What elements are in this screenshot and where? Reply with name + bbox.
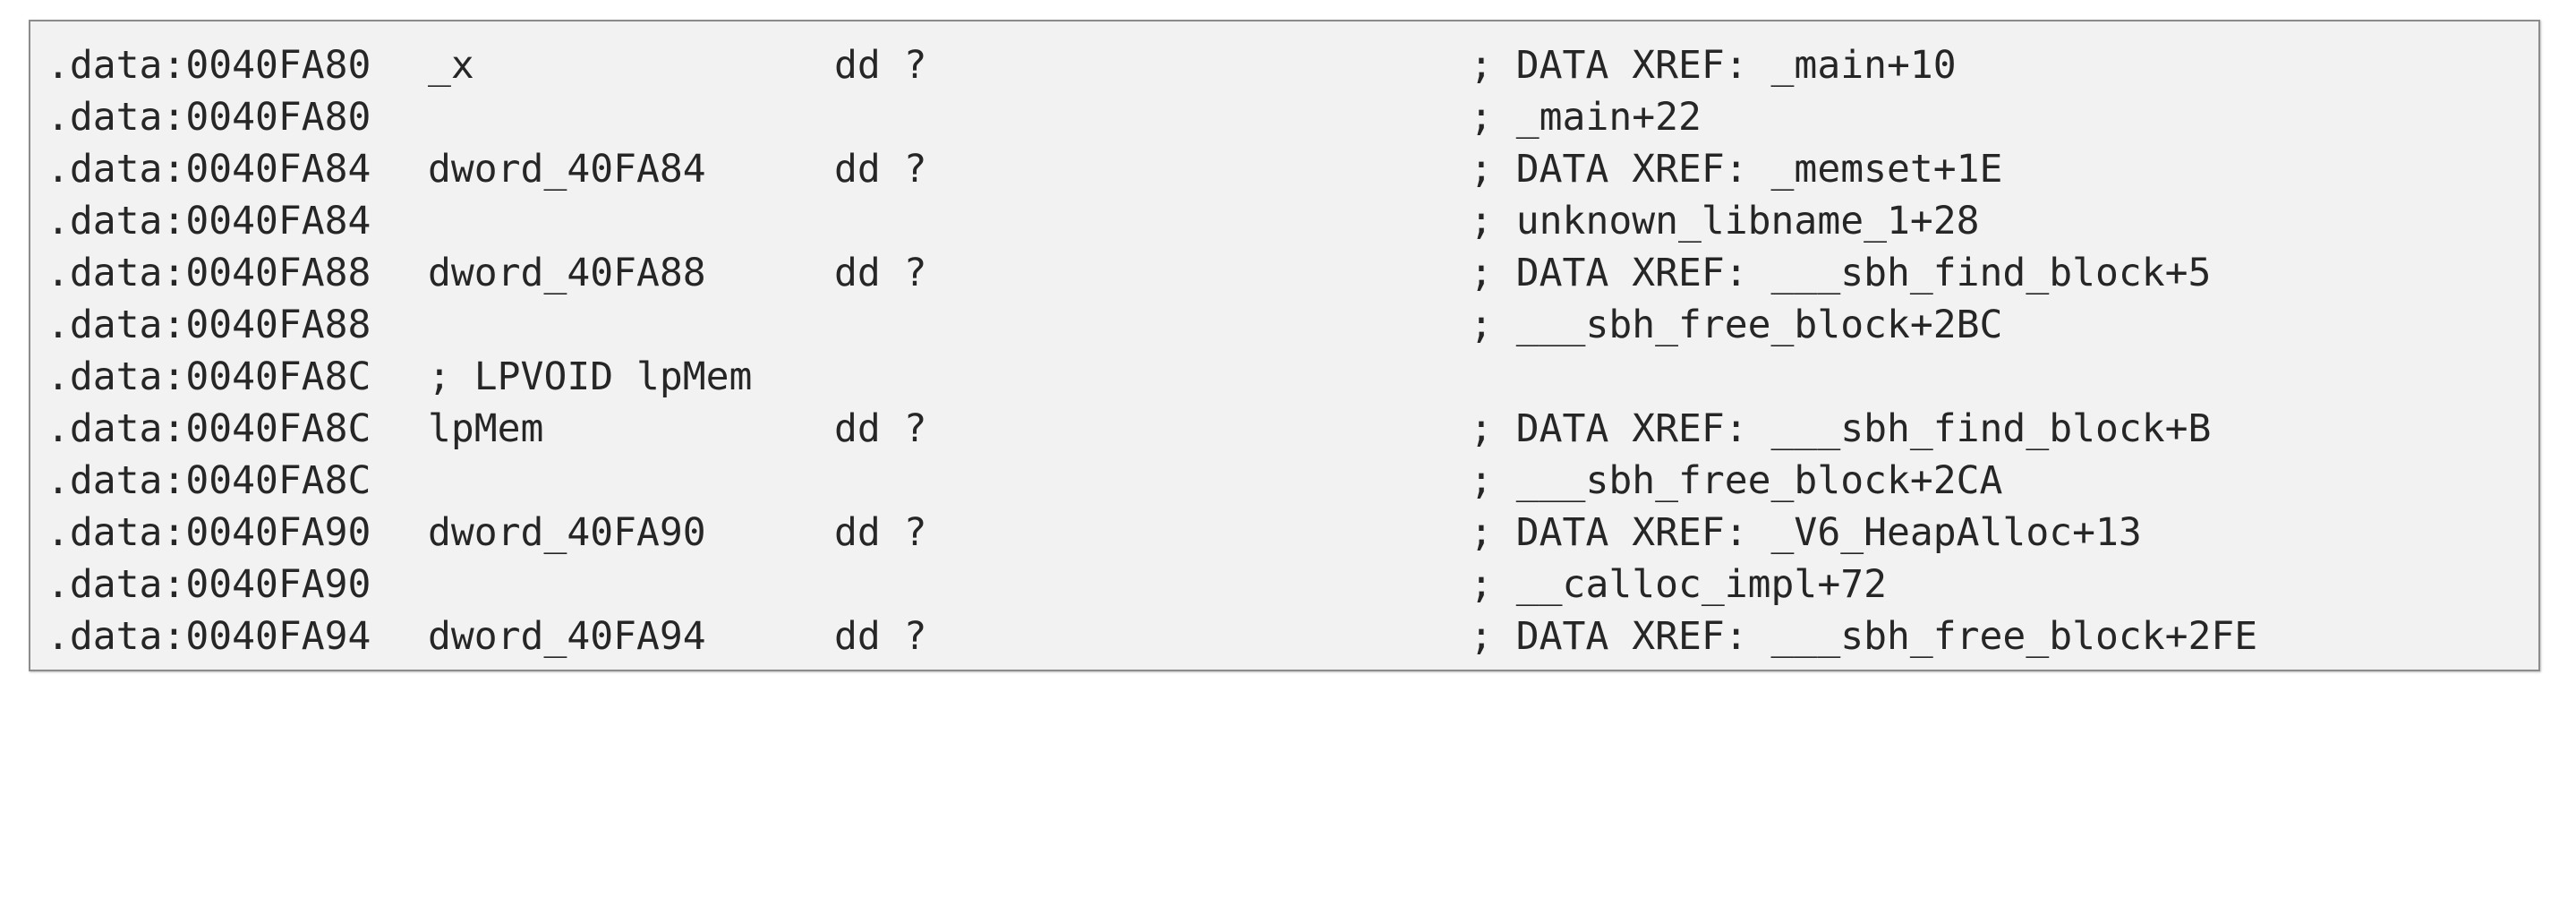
line-comment[interactable]: ; DATA XREF: ___sbh_find_block+5 — [1470, 247, 2211, 299]
listing-line[interactable]: .data:0040FA88 ; ___sbh_free_block+2BC — [47, 299, 2538, 351]
line-name[interactable]: dword_40FA84 — [428, 143, 706, 195]
line-comment[interactable]: ; DATA XREF: _memset+1E — [1470, 143, 2002, 195]
line-operand: dd ? — [834, 406, 927, 451]
line-comment[interactable]: ; unknown_libname_1+28 — [1470, 195, 1980, 247]
line-name[interactable]: dword_40FA88 — [428, 247, 706, 299]
listing-line[interactable]: .data:0040FA80 _x dd ? ; DATA XREF: _mai… — [47, 39, 2538, 91]
line-operand: dd ? — [834, 147, 927, 192]
line-comment[interactable]: ; _main+22 — [1470, 91, 1702, 143]
line-address: .data:0040FA8C — [47, 354, 371, 399]
listing-line[interactable]: .data:0040FA84 dword_40FA84 dd ? ; DATA … — [47, 143, 2538, 195]
line-name[interactable]: dword_40FA90 — [428, 507, 706, 559]
line-comment[interactable]: ; ___sbh_free_block+2BC — [1470, 299, 2002, 351]
line-name[interactable]: dword_40FA94 — [428, 610, 706, 662]
line-address: .data:0040FA80 — [47, 95, 371, 140]
line-address: .data:0040FA80 — [47, 43, 371, 88]
line-comment[interactable]: ; DATA XREF: ___sbh_free_block+2FE — [1470, 610, 2257, 662]
listing-line[interactable]: .data:0040FA90 dword_40FA90 dd ? ; DATA … — [47, 507, 2538, 559]
line-comment[interactable]: ; ___sbh_free_block+2CA — [1470, 455, 2002, 507]
listing-line[interactable]: .data:0040FA8C ; LPVOID lpMem — [47, 351, 2538, 403]
line-address: .data:0040FA90 — [47, 510, 371, 555]
listing-line[interactable]: .data:0040FA84 ; unknown_libname_1+28 — [47, 195, 2538, 247]
disassembly-listing: .data:0040FA80 _x dd ? ; DATA XREF: _mai… — [29, 20, 2540, 671]
line-address: .data:0040FA90 — [47, 562, 371, 607]
listing-line[interactable]: .data:0040FA80 ; _main+22 — [47, 91, 2538, 143]
line-address: .data:0040FA84 — [47, 147, 371, 192]
listing-line[interactable]: .data:0040FA90 ; __calloc_impl+72 — [47, 559, 2538, 610]
line-comment[interactable]: ; __calloc_impl+72 — [1470, 559, 1887, 610]
line-name[interactable]: lpMem — [428, 403, 543, 455]
listing-line[interactable]: .data:0040FA88 dword_40FA88 dd ? ; DATA … — [47, 247, 2538, 299]
line-operand: dd ? — [834, 43, 927, 88]
line-operand: dd ? — [834, 510, 927, 555]
listing-lines: .data:0040FA80 _x dd ? ; DATA XREF: _mai… — [47, 39, 2538, 662]
listing-line[interactable]: .data:0040FA8C lpMem dd ? ; DATA XREF: _… — [47, 403, 2538, 455]
line-address: .data:0040FA84 — [47, 199, 371, 243]
line-name: ; LPVOID lpMem — [428, 354, 753, 399]
line-address: .data:0040FA94 — [47, 614, 371, 659]
line-comment[interactable]: ; DATA XREF: ___sbh_find_block+B — [1470, 403, 2211, 455]
line-comment[interactable]: ; DATA XREF: _main+10 — [1470, 39, 1957, 91]
listing-line[interactable]: .data:0040FA8C ; ___sbh_free_block+2CA — [47, 455, 2538, 507]
line-address: .data:0040FA88 — [47, 251, 371, 295]
line-address: .data:0040FA88 — [47, 303, 371, 347]
line-operand: dd ? — [834, 614, 927, 659]
line-name[interactable]: _x — [428, 39, 474, 91]
line-operand: dd ? — [834, 251, 927, 295]
listing-line[interactable]: .data:0040FA94 dword_40FA94 dd ? ; DATA … — [47, 610, 2538, 662]
line-address: .data:0040FA8C — [47, 406, 371, 451]
line-address: .data:0040FA8C — [47, 458, 371, 503]
line-comment[interactable]: ; DATA XREF: _V6_HeapAlloc+13 — [1470, 507, 2142, 559]
